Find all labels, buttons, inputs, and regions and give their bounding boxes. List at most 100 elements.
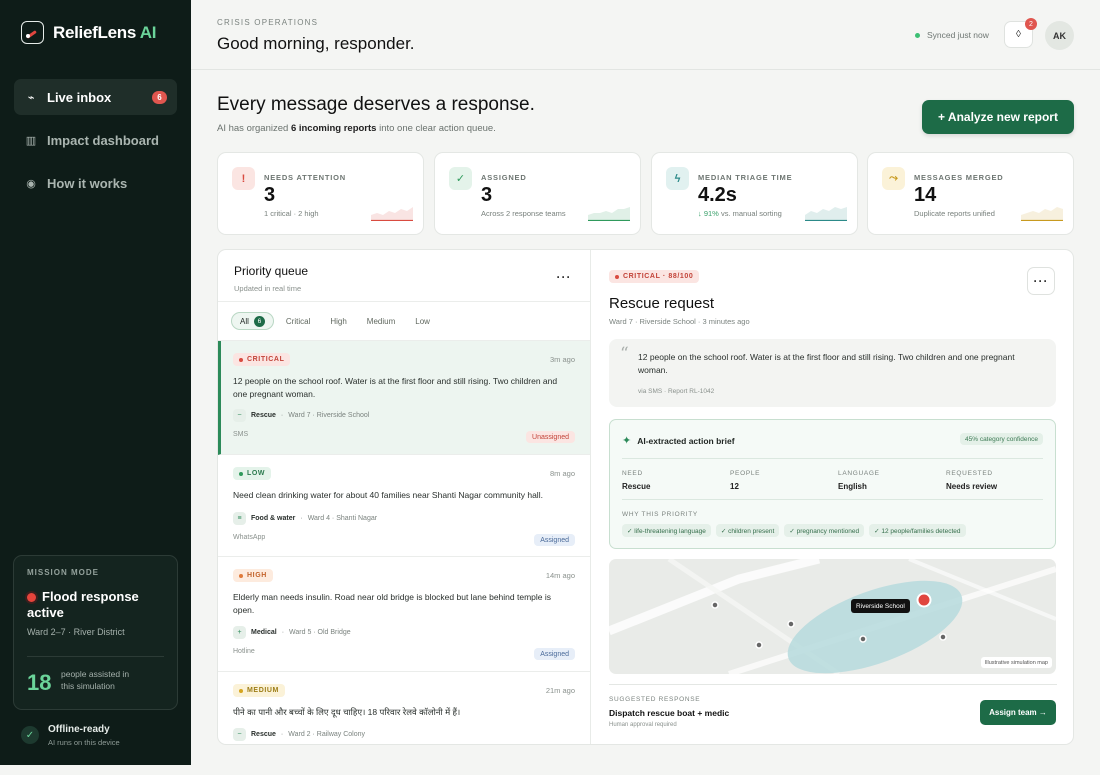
- section-eyebrow: CRISIS OPERATIONS: [217, 18, 319, 27]
- queue-item-time: 21m ago: [545, 686, 575, 695]
- status-badge: Assigned: [534, 534, 575, 546]
- offline-status: ✓ Offline-ready AI runs on this device: [21, 724, 120, 747]
- filter-count-badge: 6: [253, 315, 265, 327]
- mission-area: Ward 2–7 · River District: [27, 627, 125, 637]
- message-source: via SMS · Report RL-1042: [638, 388, 715, 395]
- priority-reasons: ✓ life-threatening language ✓ children p…: [622, 524, 966, 537]
- queue-item[interactable]: MEDIUM 21m ago पीने का पानी और बच्चों के…: [218, 672, 590, 744]
- trend-down: ↓ 91%: [698, 209, 719, 218]
- approval-note: Human approval required: [609, 722, 677, 728]
- stat-label: MESSAGES MERGED: [914, 173, 1004, 182]
- location-map[interactable]: Riverside School Illustrative simulation…: [609, 559, 1056, 674]
- brief-field-people: PEOPLE 12: [730, 470, 761, 491]
- sidebar-item-label: How it works: [47, 175, 128, 191]
- queue-subtitle: Updated in real time: [234, 284, 302, 293]
- merge-icon: ⤳: [882, 167, 905, 190]
- sync-status: Synced just now: [915, 30, 989, 40]
- confidence-badge: 45% category confidence: [960, 433, 1043, 445]
- status-badge: Unassigned: [526, 431, 575, 443]
- sparkle-icon: ✦: [622, 435, 632, 447]
- offline-subtitle: AI runs on this device: [48, 738, 120, 747]
- info-icon: ◉: [26, 177, 36, 190]
- priority-badge: LOW: [233, 467, 272, 480]
- divider: [218, 301, 590, 302]
- check-icon: ✓: [21, 726, 39, 744]
- top-header: CRISIS OPERATIONS Good morning, responde…: [191, 0, 1100, 70]
- sidebar-item-label: Impact dashboard: [47, 132, 159, 148]
- reason-tag: ✓ children present: [715, 524, 780, 537]
- suggested-response-label: SUGGESTED RESPONSE: [609, 696, 701, 703]
- queue-item[interactable]: LOW 8m ago Need clean drinking water for…: [218, 455, 590, 557]
- mission-mode-card: MISSION MODE Flood response active Ward …: [13, 555, 178, 710]
- report-detail: CRITICAL · 88/100 Rescue request Ward 7 …: [591, 250, 1073, 744]
- sparkline-area: [805, 207, 847, 221]
- suggested-response: Dispatch rescue boat + medic: [609, 708, 730, 718]
- stat-value: 14: [914, 184, 937, 206]
- hero-title: Every message deserves a response.: [217, 94, 535, 115]
- quote-icon: “: [620, 344, 629, 364]
- sparkline-area: [1021, 207, 1063, 221]
- priority-badge: CRITICAL · 88/100: [609, 270, 700, 283]
- filter-high[interactable]: High: [322, 312, 354, 330]
- reason-tag: ✓ 12 people/families detected: [869, 524, 966, 537]
- status-badge: Assigned: [534, 648, 575, 660]
- sidebar-item-label: Live inbox: [47, 89, 112, 105]
- analyze-new-report-button[interactable]: + Analyze new report: [922, 100, 1074, 134]
- priority-badge: HIGH: [233, 569, 273, 582]
- reason-tag: ✓ pregnancy mentioned: [784, 524, 865, 537]
- inbox-count-badge: 6: [152, 91, 167, 104]
- filter-all[interactable]: All 6: [231, 312, 274, 330]
- people-assisted-label: people assisted in this simulation: [61, 669, 130, 691]
- sidebar-item-how-it-works[interactable]: ◉ How it works: [14, 165, 177, 201]
- main-panel: Priority queue Updated in real time ··· …: [217, 249, 1074, 745]
- bell-icon: ◊: [1016, 29, 1021, 40]
- logo-icon: [21, 21, 44, 44]
- filter-medium[interactable]: Medium: [359, 312, 403, 330]
- stat-sub: Across 2 response teams: [481, 209, 566, 218]
- check-icon: ✓: [449, 167, 472, 190]
- queue-item-time: 14m ago: [545, 571, 575, 580]
- notification-count-badge: 2: [1025, 18, 1037, 30]
- app-logo[interactable]: ReliefLens AI: [21, 21, 156, 44]
- queue-more-button[interactable]: ···: [550, 263, 578, 291]
- queue-item-time: 8m ago: [549, 469, 575, 478]
- rescue-icon: ~: [233, 409, 246, 422]
- queue-item-source: WhatsApp: [233, 534, 266, 541]
- why-priority-label: WHY THIS PRIORITY: [622, 511, 698, 518]
- sidebar: ReliefLens AI ⌁ Live inbox 6 ▥ Impact da…: [0, 0, 191, 765]
- filter-critical[interactable]: Critical: [278, 312, 318, 330]
- sidebar-item-live-inbox[interactable]: ⌁ Live inbox 6: [14, 79, 177, 115]
- app-name-accent: AI: [139, 22, 157, 42]
- status-dot-icon: [915, 32, 920, 38]
- filter-low[interactable]: Low: [407, 312, 438, 330]
- queue-item-meta: ~ Rescue · Ward 2 · Railway Colony: [233, 728, 365, 741]
- divider: [609, 684, 1057, 685]
- stat-card-messages-merged: ⤳ MESSAGES MERGED 14 Duplicate reports u…: [867, 152, 1074, 235]
- stat-value: 4.2s: [698, 184, 737, 206]
- queue-item[interactable]: HIGH 14m ago Elderly man needs insulin. …: [218, 557, 590, 672]
- stat-value: 3: [481, 184, 493, 206]
- priority-filters: All 6 Critical High Medium Low: [231, 312, 438, 330]
- avatar[interactable]: AK: [1045, 21, 1074, 50]
- queue-item[interactable]: CRITICAL 3m ago 12 people on the school …: [218, 341, 590, 455]
- stat-label: MEDIAN TRIAGE TIME: [698, 173, 793, 182]
- queue-item-text: Elderly man needs insulin. Road near old…: [233, 592, 551, 615]
- assign-team-button[interactable]: Assign team →: [980, 700, 1056, 725]
- priority-badge: CRITICAL: [233, 353, 291, 366]
- sidebar-item-impact-dashboard[interactable]: ▥ Impact dashboard: [14, 122, 177, 158]
- notifications-button[interactable]: ◊ 2: [1004, 18, 1037, 48]
- queue-item-time: 3m ago: [549, 355, 575, 364]
- stat-card-median-triage-time: ϟ MEDIAN TRIAGE TIME 4.2s ↓ 91% vs. manu…: [651, 152, 858, 235]
- offline-title: Offline-ready: [48, 724, 110, 735]
- sparkline-area: [371, 207, 413, 221]
- stat-value: 3: [264, 184, 276, 206]
- queue-item-meta: ~ Rescue · Ward 7 · Riverside School: [233, 409, 369, 422]
- original-message: “ 12 people on the school roof. Water is…: [609, 339, 1056, 407]
- map-caption: Illustrative simulation map: [980, 657, 1052, 668]
- page-greeting: Good morning, responder.: [217, 34, 415, 53]
- stat-sub: Duplicate reports unified: [914, 209, 995, 218]
- divider: [27, 656, 164, 657]
- medical-icon: +: [233, 626, 246, 639]
- stat-sub: 1 critical · 2 high: [264, 209, 319, 218]
- report-more-button[interactable]: ···: [1027, 267, 1055, 295]
